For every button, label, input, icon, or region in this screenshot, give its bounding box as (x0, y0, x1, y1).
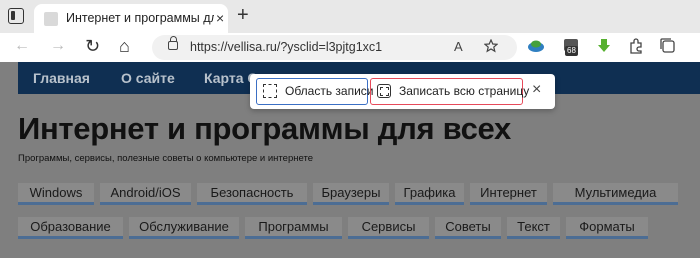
capture-full-label: Записать всю страницу (399, 84, 530, 98)
favicon-icon (44, 12, 58, 26)
capture-full-page-button[interactable]: Записать всю страницу (370, 78, 529, 105)
category-link[interactable]: Android/iOS (100, 183, 191, 205)
download-extension-icon[interactable] (596, 38, 612, 54)
tab-strip: Интернет и программы для все × + (0, 0, 700, 34)
category-link[interactable]: Образование (18, 217, 123, 239)
new-tab-button[interactable]: + (237, 5, 249, 25)
tab-actions-icon[interactable] (8, 8, 24, 24)
collections-icon[interactable] (660, 38, 676, 54)
category-link[interactable]: Браузеры (313, 183, 389, 205)
close-icon[interactable]: × (532, 81, 541, 99)
back-button[interactable]: ← (14, 37, 30, 55)
full-page-icon (377, 84, 391, 98)
web-capture-toolbar: Область записи Записать всю страницу × (250, 74, 555, 109)
home-button[interactable]: ⌂ (119, 37, 130, 55)
category-link[interactable]: Мультимедиа (553, 183, 678, 205)
category-link[interactable]: Безопасность (197, 183, 307, 205)
site-title: Интернет и программы для всех (18, 111, 511, 146)
category-link[interactable]: Советы (435, 217, 501, 239)
category-link[interactable]: Windows (18, 183, 94, 205)
read-aloud-icon[interactable]: A (454, 39, 463, 54)
active-tab[interactable]: Интернет и программы для все × (34, 4, 228, 34)
site-nav-item[interactable]: Главная (33, 70, 90, 86)
capture-area-label: Область записи (285, 84, 374, 98)
forward-button[interactable]: → (50, 37, 66, 55)
browser-toolbar: ← → ↻ ⌂ https://vellisa.ru/?ysclid=l3pjt… (0, 33, 700, 62)
tab-title: Интернет и программы для все (66, 11, 214, 25)
lock-icon[interactable] (168, 36, 178, 50)
extension-badge: 68 (565, 46, 578, 56)
close-tab-icon[interactable]: × (216, 10, 224, 26)
url-text[interactable]: https://vellisa.ru/?ysclid=l3pjtg1xc1 (190, 40, 382, 54)
refresh-button[interactable]: ↻ (85, 37, 100, 55)
select-area-icon (263, 84, 277, 98)
category-link[interactable]: Графика (395, 183, 464, 205)
category-link[interactable]: Форматы (566, 217, 648, 239)
favorite-star-icon[interactable] (483, 38, 499, 56)
category-link[interactable]: Текст (507, 217, 560, 239)
address-bar[interactable]: https://vellisa.ru/?ysclid=l3pjtg1xc1 A (152, 35, 517, 60)
category-link[interactable]: Обслуживание (129, 217, 239, 239)
extension-icon[interactable] (527, 38, 544, 54)
extensions-puzzle-icon[interactable] (628, 38, 644, 54)
category-link[interactable]: Программы (245, 217, 342, 239)
capture-area-button[interactable]: Область записи (256, 78, 374, 105)
site-nav-item[interactable]: О сайте (121, 70, 175, 86)
category-link[interactable]: Сервисы (348, 217, 429, 239)
category-link[interactable]: Интернет (470, 183, 547, 205)
site-subtitle: Программы, сервисы, полезные советы о ко… (18, 153, 313, 164)
